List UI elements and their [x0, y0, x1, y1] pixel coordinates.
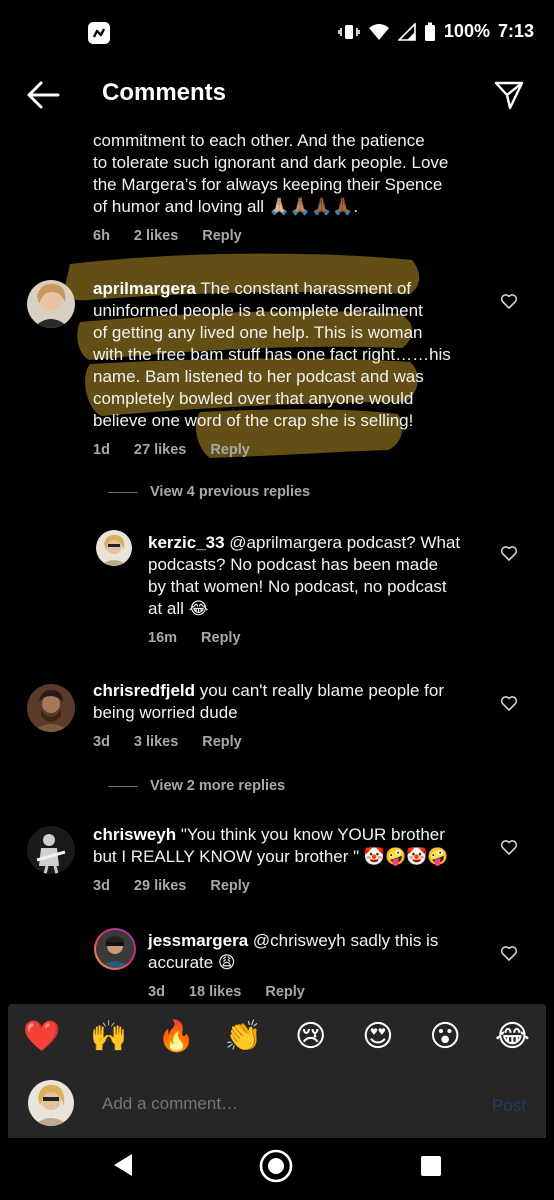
username[interactable]: chrisredfjeld — [93, 681, 195, 700]
like-heart-icon[interactable] — [500, 944, 518, 962]
comment-time: 1d — [93, 442, 110, 458]
like-count[interactable]: 2 likes — [134, 228, 178, 244]
my-avatar — [28, 1080, 74, 1126]
username[interactable]: chrisweyh — [93, 825, 176, 844]
comment-continuation: commitment to each other. And the patien… — [93, 130, 523, 244]
nav-recents-icon[interactable] — [420, 1155, 442, 1177]
comment-meta: 3d 29 likes Reply — [93, 878, 493, 894]
comment: chrisweyh "You think you know YOUR broth… — [93, 824, 493, 894]
emoji-clap[interactable]: 👏 — [218, 1017, 268, 1057]
emoji-quick-bar: ❤️ 🙌 🔥 👏 😢 😍 😮 😂 — [8, 1004, 546, 1070]
like-heart-icon[interactable] — [500, 694, 518, 712]
avatar-story-ring[interactable] — [94, 928, 136, 970]
reply-button[interactable]: Reply — [265, 984, 305, 1000]
like-count[interactable]: 27 likes — [134, 442, 186, 458]
comment-meta: 6h 2 likes Reply — [93, 228, 523, 244]
like-heart-icon[interactable] — [500, 838, 518, 856]
battery-percent: 100% — [443, 21, 490, 41]
comment-input[interactable] — [102, 1094, 442, 1114]
comment: chrisredfjeld you can't really blame peo… — [93, 680, 493, 750]
reply-button[interactable]: Reply — [202, 228, 242, 244]
comment-meta: 3d 3 likes Reply — [93, 734, 493, 750]
like-count[interactable]: 29 likes — [134, 878, 186, 894]
header: Comments — [0, 66, 554, 124]
like-count[interactable]: 3 likes — [134, 734, 178, 750]
comment-text: chrisredfjeld you can't really blame peo… — [93, 681, 444, 722]
username[interactable]: jessmargera — [148, 931, 248, 950]
battery-icon — [424, 22, 435, 41]
reply-button[interactable]: Reply — [210, 878, 250, 894]
comment-composer: Post — [8, 1070, 546, 1138]
comment-text: jessmargera @chrisweyh sadly this is acc… — [148, 931, 439, 972]
view-more-replies[interactable]: View 2 more replies — [108, 778, 285, 794]
back-arrow-icon[interactable] — [26, 80, 60, 110]
comment-text: commitment to each other. And the patien… — [93, 131, 449, 216]
emoji-raising-hands[interactable]: 🙌 — [84, 1017, 134, 1057]
comment-text: aprilmargera The constant harassment of … — [93, 279, 451, 430]
send-direct-icon[interactable] — [494, 80, 524, 110]
post-button[interactable]: Post — [492, 1096, 526, 1116]
emoji-heart[interactable]: ❤️ — [17, 1017, 67, 1057]
avatar[interactable] — [27, 280, 75, 328]
nav-back-icon[interactable] — [112, 1152, 134, 1178]
signal-icon — [397, 22, 416, 41]
reply-button[interactable]: Reply — [210, 442, 250, 458]
avatar[interactable] — [27, 684, 75, 732]
status-indicators: 100% 7:13 — [338, 21, 534, 42]
comment-meta: 16m Reply — [148, 630, 498, 646]
reply-comment: kerzic_33 @aprilmargera podcast? What po… — [148, 532, 498, 646]
avatar[interactable] — [27, 826, 75, 874]
reply-comment: jessmargera @chrisweyh sadly this is acc… — [148, 930, 498, 1000]
status-bar: 100% 7:13 — [0, 0, 554, 66]
comment-text: kerzic_33 @aprilmargera podcast? What po… — [148, 533, 461, 618]
comment-text: chrisweyh "You think you know YOUR broth… — [93, 825, 449, 866]
emoji-heart-eyes[interactable]: 😍 — [353, 1017, 403, 1057]
like-heart-icon[interactable] — [500, 292, 518, 310]
reply-button[interactable]: Reply — [201, 630, 241, 646]
comments-list: commitment to each other. And the patien… — [0, 124, 554, 1004]
avatar[interactable] — [96, 530, 132, 566]
emoji-laughing[interactable]: 😂 — [487, 1017, 537, 1057]
reply-button[interactable]: Reply — [202, 734, 242, 750]
view-previous-replies[interactable]: View 4 previous replies — [108, 484, 310, 500]
comment: aprilmargera The constant harassment of … — [93, 278, 513, 458]
system-nav-bar — [0, 1138, 554, 1200]
vibrate-icon — [338, 24, 360, 39]
username[interactable]: kerzic_33 — [148, 533, 225, 552]
comment-time: 3d — [93, 734, 110, 750]
comment-meta: 3d 18 likes Reply — [148, 984, 498, 1000]
emoji-surprised[interactable]: 😮 — [420, 1017, 470, 1057]
wifi-icon — [368, 23, 389, 40]
comment-time: 16m — [148, 630, 178, 646]
like-count[interactable]: 18 likes — [189, 984, 241, 1000]
emoji-fire[interactable]: 🔥 — [151, 1017, 201, 1057]
comment-meta: 1d 27 likes Reply — [93, 442, 513, 458]
notification-app-icon — [88, 22, 110, 44]
comment-time: 6h — [93, 228, 110, 244]
comment-time: 3d — [93, 878, 110, 894]
emoji-crying[interactable]: 😢 — [286, 1017, 336, 1057]
like-heart-icon[interactable] — [500, 544, 518, 562]
username[interactable]: aprilmargera — [93, 279, 196, 298]
nav-home-icon[interactable] — [258, 1148, 294, 1184]
clock: 7:13 — [497, 21, 534, 41]
comment-time: 3d — [148, 984, 165, 1000]
page-title: Comments — [102, 79, 227, 106]
